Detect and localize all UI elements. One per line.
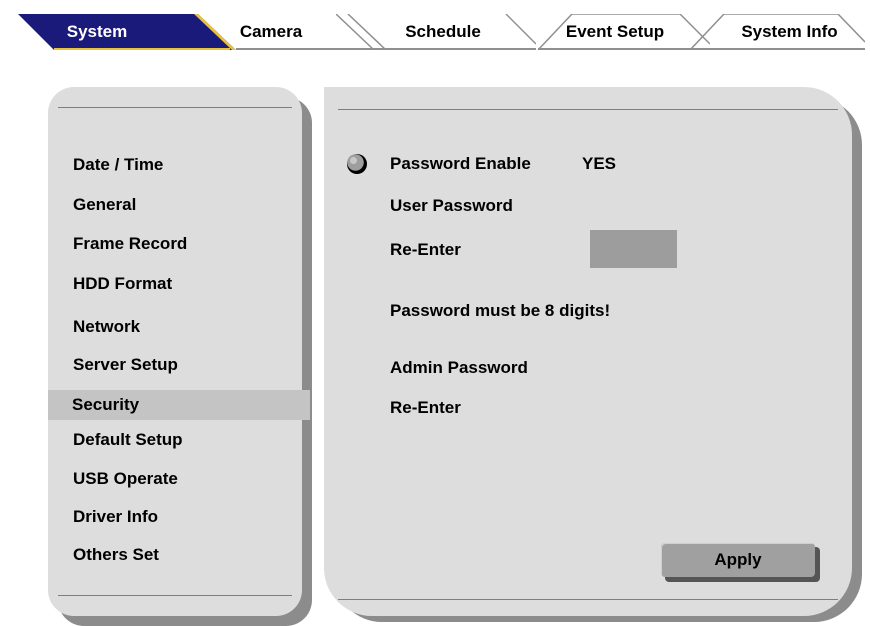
- sidebar-item-usb-operate[interactable]: USB Operate: [73, 464, 178, 494]
- user-password-label: User Password: [390, 196, 513, 215]
- tab-system-info[interactable]: System Info: [690, 14, 865, 50]
- tab-system-info-label: System Info: [741, 22, 838, 41]
- tab-schedule[interactable]: Schedule: [336, 14, 536, 50]
- tab-event-setup-label: Event Setup: [565, 22, 665, 41]
- admin-reenter-label: Re-Enter: [390, 398, 461, 417]
- sidebar-item-date-time[interactable]: Date / Time: [73, 150, 163, 180]
- sidebar-item-security[interactable]: Security: [48, 390, 310, 420]
- admin-password-label: Admin Password: [390, 358, 528, 377]
- apply-button[interactable]: Apply: [661, 543, 815, 577]
- sidebar-item-frame-record[interactable]: Frame Record: [73, 229, 187, 259]
- tab-bar: System Camera Schedule Event Setup Syste…: [0, 0, 870, 60]
- tab-system-label: System: [66, 22, 128, 41]
- sidebar-item-others-set[interactable]: Others Set: [73, 540, 159, 570]
- sidebar-item-hdd-format[interactable]: HDD Format: [73, 269, 172, 299]
- sidebar-item-default-setup[interactable]: Default Setup: [73, 425, 183, 455]
- tab-camera-label: Camera: [239, 22, 303, 41]
- user-reenter-field[interactable]: [590, 230, 677, 268]
- apply-button-wrapper: Apply: [661, 543, 820, 582]
- user-reenter-label: Re-Enter: [390, 240, 461, 259]
- sidebar-menu: Date / Time General Frame Record HDD For…: [48, 87, 310, 616]
- security-panel: Password Enable YES User Password Re-Ent…: [324, 87, 852, 616]
- content-bottom-divider: [338, 599, 838, 600]
- sidebar-item-server-setup[interactable]: Server Setup: [73, 350, 178, 380]
- tab-event-setup[interactable]: Event Setup: [520, 14, 710, 50]
- password-enable-value[interactable]: YES: [582, 154, 616, 174]
- sidebar-panel: Date / Time General Frame Record HDD For…: [48, 87, 310, 616]
- sidebar-item-general[interactable]: General: [73, 190, 136, 220]
- sidebar-item-driver-info[interactable]: Driver Info: [73, 502, 158, 532]
- sidebar-item-network[interactable]: Network: [73, 312, 140, 342]
- content-top-divider: [338, 109, 838, 110]
- tab-schedule-label: Schedule: [405, 22, 481, 41]
- password-notice: Password must be 8 digits!: [390, 301, 611, 320]
- radio-selected-icon[interactable]: [346, 153, 368, 175]
- password-enable-label: Password Enable: [390, 154, 531, 173]
